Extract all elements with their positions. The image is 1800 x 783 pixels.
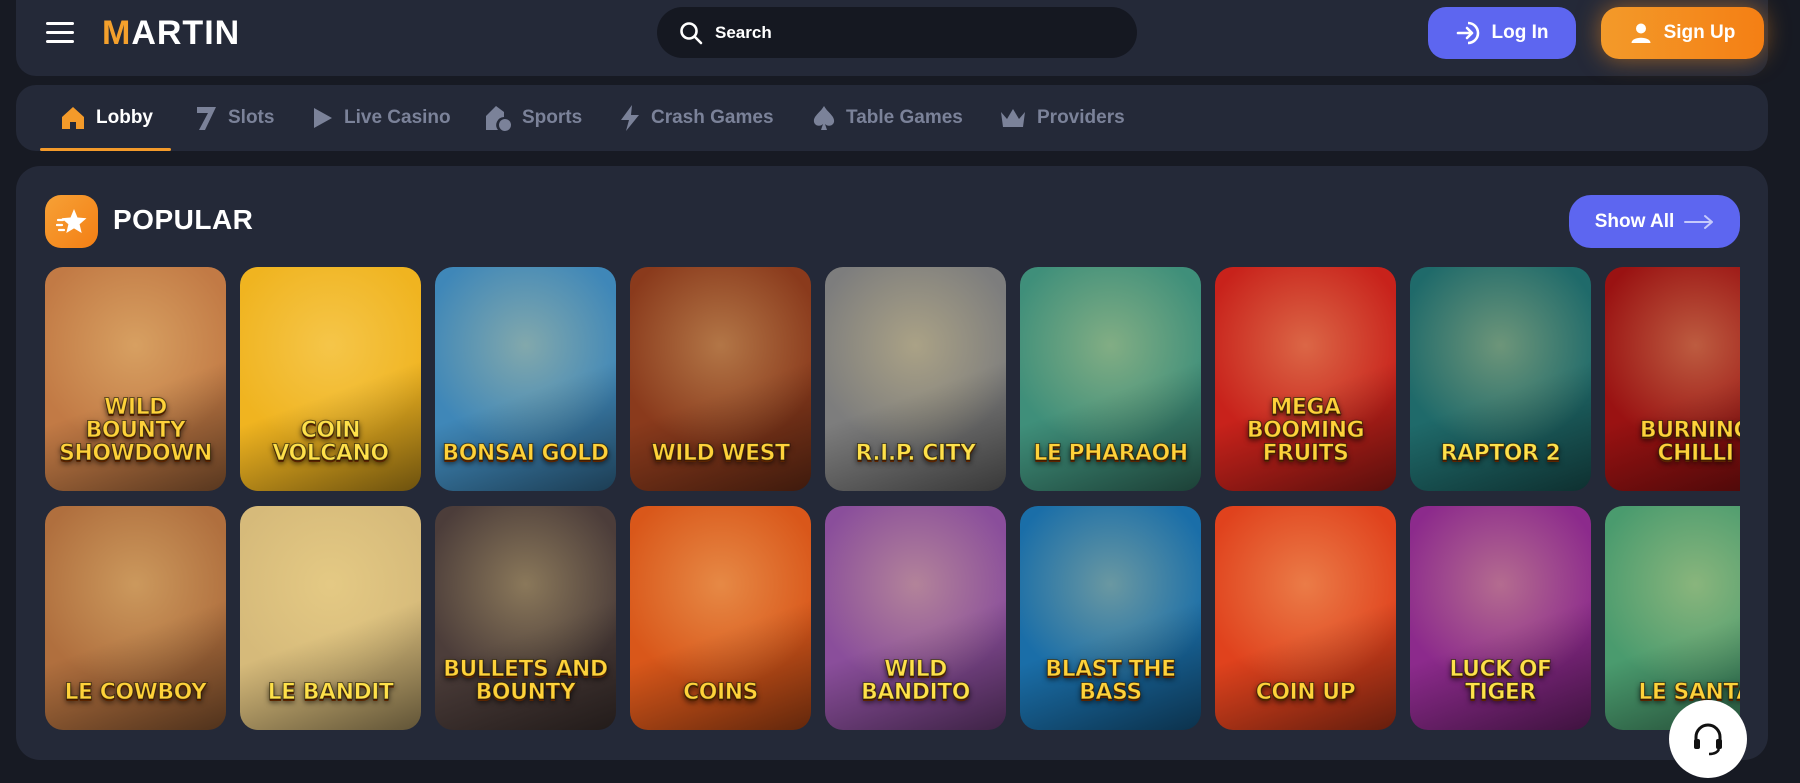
category-nav: Lobby Slots Live Casino Sports Crash Gam… [16,85,1768,151]
game-title: Wild Bandito [861,656,971,705]
search-bar[interactable] [657,7,1137,58]
nav-label: Table Games [846,107,963,128]
star-icon [55,208,86,233]
search-icon [680,21,703,44]
nav-slots[interactable]: Slots [194,85,274,151]
nav-table-games[interactable]: Table Games [812,85,963,151]
game-title: Le Pharaoh [1033,440,1189,466]
play-icon [314,108,332,128]
game-tile[interactable]: Wild West [630,267,811,491]
game-tile[interactable]: Bullets and Bounty [435,506,616,730]
game-tile[interactable]: Luck of Tiger [1410,506,1591,730]
game-tile[interactable]: Coin Up [1215,506,1396,730]
home-icon [62,107,84,129]
game-tile[interactable]: Le Cowboy [45,506,226,730]
game-title: Luck of Tiger [1449,656,1553,705]
signup-button[interactable]: Sign Up [1601,7,1764,59]
nav-label: Slots [228,107,275,128]
game-title: Bonsai Gold [442,440,610,466]
section-title: POPULAR [113,204,254,235]
signup-label: Sign Up [1663,22,1736,43]
game-title: Le Bandit [267,679,394,705]
game-title: Le Cowboy [64,679,207,705]
nav-lobby[interactable]: Lobby [40,85,171,151]
nav-crash-games[interactable]: Crash Games [619,85,774,151]
seven-icon [197,107,216,130]
crown-icon [1001,109,1025,127]
game-title: Mega Booming Fruits [1246,394,1365,466]
search-input[interactable] [715,22,1095,43]
game-title: Wild West [651,440,791,466]
game-tile[interactable]: Coins [630,506,811,730]
game-tile[interactable]: Wild Bandito [825,506,1006,730]
login-button[interactable]: Log In [1428,7,1576,59]
popular-section: POPULAR Show All Wild Bounty Showdown Coi… [16,166,1768,760]
game-tile[interactable]: R.I.P. City [825,267,1006,491]
game-title: Coin Volcano [272,417,390,466]
sports-icon [486,106,511,131]
nav-label: Lobby [96,107,153,128]
game-title: Coins [683,679,759,705]
nav-label: Sports [522,107,583,128]
game-tile[interactable]: Blast The Bass [1020,506,1201,730]
game-title: Le Santa [1638,679,1740,705]
game-title: Coin Up [1255,679,1356,705]
nav-live-casino[interactable]: Live Casino [312,85,451,151]
game-title: Blast The Bass [1045,656,1177,705]
show-all-label: Show All [1594,210,1675,232]
games-grid: Wild Bounty Showdown Coin Volcano Bonsai G… [45,267,1740,732]
support-chat-button[interactable] [1669,700,1747,778]
game-tile[interactable]: Bonsai Gold [435,267,616,491]
show-all-button[interactable]: Show All [1569,195,1740,248]
nav-label: Live Casino [344,107,451,128]
nav-label: Providers [1037,107,1125,128]
nav-providers[interactable]: Providers [999,85,1125,151]
game-tile[interactable]: Raptor 2 [1410,267,1591,491]
logo-accent: M [102,14,132,52]
arrow-right-icon [1684,214,1714,229]
game-title: Bullets and Bounty [443,656,609,705]
spade-icon [813,106,835,130]
login-icon [1456,21,1479,45]
game-tile[interactable]: Le Pharaoh [1020,267,1201,491]
game-tile[interactable]: Mega Booming Fruits [1215,267,1396,491]
user-icon [1631,23,1651,43]
headset-icon [1694,723,1722,756]
hamburger-menu-button[interactable] [46,22,74,44]
login-label: Log In [1491,22,1549,43]
game-title: Raptor 2 [1440,440,1561,466]
game-tile[interactable]: Le Santa [1605,506,1740,730]
lightning-icon [621,105,639,131]
nav-sports[interactable]: Sports [484,85,582,151]
game-tile[interactable]: Wild Bounty Showdown [45,267,226,491]
nav-label: Crash Games [651,107,774,128]
game-title: Burning Chilli [1639,417,1740,466]
game-tile[interactable]: Coin Volcano [240,267,421,491]
logo-text: ARTIN [131,14,241,52]
game-title: R.I.P. City [855,440,977,466]
top-header: MARTIN Log In Sign Up [16,0,1768,76]
game-tile[interactable]: Le Bandit [240,506,421,730]
game-tile[interactable]: Burning Chilli [1605,267,1740,491]
game-title: Wild Bounty Showdown [59,394,213,466]
popular-badge [45,195,98,248]
logo[interactable]: MARTIN [102,14,240,53]
